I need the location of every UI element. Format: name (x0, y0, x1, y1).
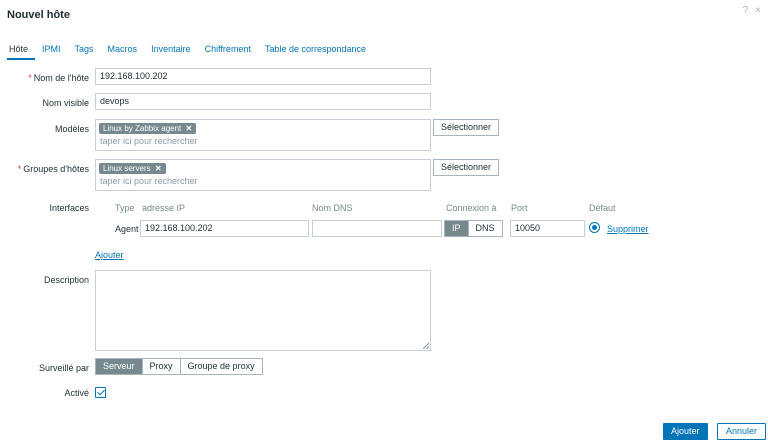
host-name-input[interactable]: 192.168.100.202 (95, 68, 431, 85)
tab-host[interactable]: Hôte (7, 44, 36, 60)
interface-ip-header: adresse IP (142, 203, 186, 213)
required-mark: * (28, 73, 32, 83)
host-name-label: * Nom de l'hôte (28, 73, 89, 83)
monitored-by-server[interactable]: Serveur (96, 359, 142, 374)
description-label: Description (43, 275, 89, 285)
interface-port-input[interactable]: 10050 (510, 220, 585, 237)
templates-label: Modèles (54, 124, 89, 134)
interface-dns-input[interactable] (312, 220, 442, 237)
monitored-by-proxy[interactable]: Proxy (141, 359, 180, 374)
visible-name-label: Nom visible (42, 98, 89, 108)
interface-remove-link[interactable]: Supprimer (607, 224, 649, 234)
interface-connect-toggle: IP DNS (444, 220, 503, 237)
close-icon[interactable]: × (755, 5, 761, 16)
interface-type: Agent (115, 224, 139, 234)
templates-select-button[interactable]: Sélectionner (433, 119, 500, 136)
interface-type-header: Type (115, 203, 135, 213)
tab-value-mapping[interactable]: Table de correspondance (258, 44, 373, 60)
required-mark: * (17, 164, 22, 174)
tab-encryption[interactable]: Chiffrement (198, 44, 258, 60)
interfaces-label: Interfaces (49, 203, 89, 213)
tab-ipmi[interactable]: IPMI (35, 44, 68, 60)
resize-handle-icon[interactable] (423, 343, 429, 349)
connect-dns-option[interactable]: DNS (467, 221, 502, 236)
visible-name-input[interactable]: devops (95, 93, 431, 110)
interface-ip-input[interactable]: 192.168.100.202 (140, 220, 309, 237)
dialog-title: Nouvel hôte (7, 9, 70, 21)
add-button[interactable]: Ajouter (663, 423, 708, 440)
remove-tag-icon[interactable]: ✕ (155, 164, 162, 173)
templates-multiselect[interactable]: Linux by Zabbix agent ✕ taper ici pour r… (95, 119, 431, 151)
tab-macros[interactable]: Macros (101, 44, 145, 60)
tab-tags[interactable]: Tags (68, 44, 101, 60)
host-groups-label: * Groupes d'hôtes (17, 164, 89, 174)
interface-default-radio[interactable] (589, 222, 600, 233)
tab-bar: Hôte IPMI Tags Macros Inventaire Chiffre… (7, 44, 373, 60)
monitored-by-label: Surveillé par (38, 363, 89, 373)
description-textarea[interactable] (95, 270, 431, 351)
template-tag: Linux by Zabbix agent ✕ (99, 123, 197, 134)
host-groups-multiselect[interactable]: Linux servers ✕ taper ici pour recherche… (95, 159, 431, 191)
enabled-checkbox[interactable] (95, 387, 106, 398)
templates-search-placeholder[interactable]: taper ici pour rechercher (100, 136, 198, 146)
connect-ip-option[interactable]: IP (445, 221, 468, 236)
interface-dns-header: Nom DNS (312, 203, 353, 213)
host-groups-select-button[interactable]: Sélectionner (433, 159, 500, 176)
interface-connect-header: Connexion à (446, 203, 497, 213)
dialog-header-icons: ? × (743, 5, 761, 16)
remove-tag-icon[interactable]: ✕ (186, 124, 193, 133)
tab-inventory[interactable]: Inventaire (144, 44, 198, 60)
monitored-by-toggle: Serveur Proxy Groupe de proxy (95, 358, 263, 375)
interface-default-header: Défaut (589, 203, 616, 213)
help-icon[interactable]: ? (743, 5, 749, 16)
monitored-by-proxy-group[interactable]: Groupe de proxy (179, 359, 262, 374)
cancel-button[interactable]: Annuler (717, 423, 767, 440)
interface-port-header: Port (511, 203, 528, 213)
add-interface-link[interactable]: Ajouter (95, 250, 124, 260)
enabled-label: Activé (64, 388, 89, 398)
host-group-tag: Linux servers ✕ (99, 163, 166, 174)
host-groups-search-placeholder[interactable]: taper ici pour rechercher (100, 176, 198, 186)
